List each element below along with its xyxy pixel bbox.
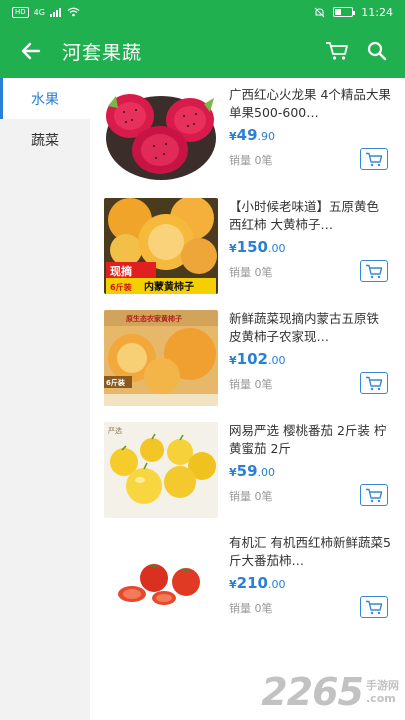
price-decimal: .00 bbox=[267, 242, 286, 255]
battery-icon bbox=[333, 7, 356, 17]
product-item[interactable]: 原生态农家黄柿子 6斤装 新鲜蔬菜现摘内蒙古五原铁皮黄柿子农家现… ¥102.0… bbox=[90, 302, 405, 414]
price-currency: ¥ bbox=[229, 130, 237, 143]
category-sidebar: 水果 蔬菜 bbox=[0, 78, 90, 720]
add-to-cart-button[interactable] bbox=[360, 260, 388, 282]
price-integer: 150 bbox=[236, 238, 268, 256]
price-decimal: .00 bbox=[267, 578, 286, 591]
watermark-text: 手游网 .com bbox=[366, 679, 399, 705]
product-price: ¥59.00 bbox=[229, 461, 275, 480]
search-icon bbox=[367, 41, 387, 61]
price-currency: ¥ bbox=[229, 354, 237, 367]
wifi-icon bbox=[67, 7, 80, 17]
price-currency: ¥ bbox=[229, 466, 237, 479]
watermark-number: 2265 bbox=[261, 670, 364, 714]
add-to-cart-button[interactable] bbox=[360, 372, 388, 394]
price-integer: 102 bbox=[236, 350, 268, 368]
cart-icon bbox=[366, 600, 383, 614]
sidebar-item-fruit[interactable]: 水果 bbox=[0, 78, 90, 119]
red-tomato-image bbox=[104, 534, 218, 630]
watermark-cn: 手游网 bbox=[366, 679, 399, 692]
yellow-tomato-image: 现摘 6斤装 内蒙黄柿子 bbox=[104, 198, 218, 294]
add-to-cart-button[interactable] bbox=[360, 484, 388, 506]
status-right: 11:24 bbox=[314, 6, 393, 19]
signal-bars-icon bbox=[49, 7, 61, 17]
product-image[interactable]: 严选 bbox=[104, 422, 218, 518]
dragon-fruit-image bbox=[104, 86, 218, 182]
product-title: 广西红心火龙果 4个精品大果 单果500-600… bbox=[229, 87, 391, 120]
cherry-tomato-image: 严选 bbox=[104, 422, 218, 518]
sidebar-item-label: 蔬菜 bbox=[31, 132, 59, 149]
product-price: ¥210.00 bbox=[229, 573, 285, 592]
product-price: ¥102.00 bbox=[229, 349, 285, 368]
product-price: ¥49.90 bbox=[229, 125, 275, 144]
product-item[interactable]: 严选 网易严选 樱桃番茄 2斤装 柠黄蜜茄 2斤 ¥59.00 销量 0笔 bbox=[90, 414, 405, 526]
cart-icon bbox=[326, 42, 348, 60]
price-integer: 210 bbox=[236, 574, 268, 592]
cart-icon bbox=[366, 152, 383, 166]
price-currency: ¥ bbox=[229, 242, 237, 255]
price-currency: ¥ bbox=[229, 578, 237, 591]
product-item[interactable]: 有机汇 有机西红柿新鲜蔬菜5斤大番茄柿… ¥210.00 销量 0笔 bbox=[90, 526, 405, 638]
status-left: HD 4G bbox=[12, 6, 80, 18]
product-image[interactable]: 原生态农家黄柿子 6斤装 bbox=[104, 310, 218, 406]
banner-text: 6斤装 bbox=[106, 378, 125, 387]
product-title: 【小时候老味道】五原黄色西红柿 大黄柿子… bbox=[229, 199, 380, 232]
product-image[interactable] bbox=[104, 534, 218, 630]
arrow-left-icon bbox=[21, 42, 41, 60]
sidebar-item-label: 水果 bbox=[31, 91, 59, 108]
sales-count: 销量 0笔 bbox=[229, 378, 273, 391]
price-decimal: .90 bbox=[257, 130, 276, 143]
product-price: ¥150.00 bbox=[229, 237, 285, 256]
product-title: 有机汇 有机西红柿新鲜蔬菜5斤大番茄柿… bbox=[229, 535, 391, 568]
cart-icon bbox=[366, 264, 383, 278]
product-title: 新鲜蔬菜现摘内蒙古五原铁皮黄柿子农家现… bbox=[229, 311, 380, 344]
price-decimal: .00 bbox=[267, 354, 286, 367]
mute-bell-icon bbox=[314, 7, 325, 17]
sales-count: 销量 0笔 bbox=[229, 266, 273, 279]
yellow-tomato-image: 原生态农家黄柿子 6斤装 bbox=[104, 310, 218, 406]
product-item[interactable]: 现摘 6斤装 内蒙黄柿子 【小时候老味道】五原黄色西红柿 大黄柿子… ¥150.… bbox=[90, 190, 405, 302]
app-bar: 河套果蔬 bbox=[0, 24, 405, 78]
back-button[interactable] bbox=[0, 24, 62, 78]
clock: 11:24 bbox=[361, 5, 393, 19]
cart-icon bbox=[366, 376, 383, 390]
sales-count: 销量 0笔 bbox=[229, 154, 273, 167]
product-item[interactable]: 广西红心火龙果 4个精品大果 单果500-600… ¥49.90 销量 0笔 bbox=[90, 78, 405, 190]
watermark-domain: .com bbox=[366, 692, 396, 705]
page-title: 河套果蔬 bbox=[62, 41, 143, 64]
product-image[interactable] bbox=[104, 86, 218, 182]
signal-indicator: 4G bbox=[33, 7, 45, 17]
sidebar-item-vegetable[interactable]: 蔬菜 bbox=[0, 119, 90, 160]
price-integer: 59 bbox=[236, 462, 258, 480]
banner-text: 严选 bbox=[108, 426, 122, 435]
search-button[interactable] bbox=[357, 24, 397, 78]
sales-count: 销量 0笔 bbox=[229, 490, 273, 503]
price-decimal: .00 bbox=[257, 466, 276, 479]
product-image[interactable]: 现摘 6斤装 内蒙黄柿子 bbox=[104, 198, 218, 294]
sales-count: 销量 0笔 bbox=[229, 602, 273, 615]
banner-text: 原生态农家黄柿子 bbox=[126, 314, 182, 323]
price-integer: 49 bbox=[236, 126, 258, 144]
add-to-cart-button[interactable] bbox=[360, 148, 388, 170]
cart-icon bbox=[366, 488, 383, 502]
banner-text: 内蒙黄柿子 bbox=[144, 280, 194, 293]
status-bar: HD 4G 11:24 bbox=[0, 0, 405, 24]
product-list: 广西红心火龙果 4个精品大果 单果500-600… ¥49.90 销量 0笔 现… bbox=[90, 78, 405, 720]
hd-indicator: HD bbox=[12, 6, 29, 18]
site-watermark: 2265 手游网 .com bbox=[261, 670, 399, 714]
banner-text: 现摘 bbox=[110, 264, 132, 278]
cart-button[interactable] bbox=[317, 24, 357, 78]
add-to-cart-button[interactable] bbox=[360, 596, 388, 618]
product-title: 网易严选 樱桃番茄 2斤装 柠黄蜜茄 2斤 bbox=[229, 423, 387, 456]
banner-text: 6斤装 bbox=[110, 282, 132, 292]
